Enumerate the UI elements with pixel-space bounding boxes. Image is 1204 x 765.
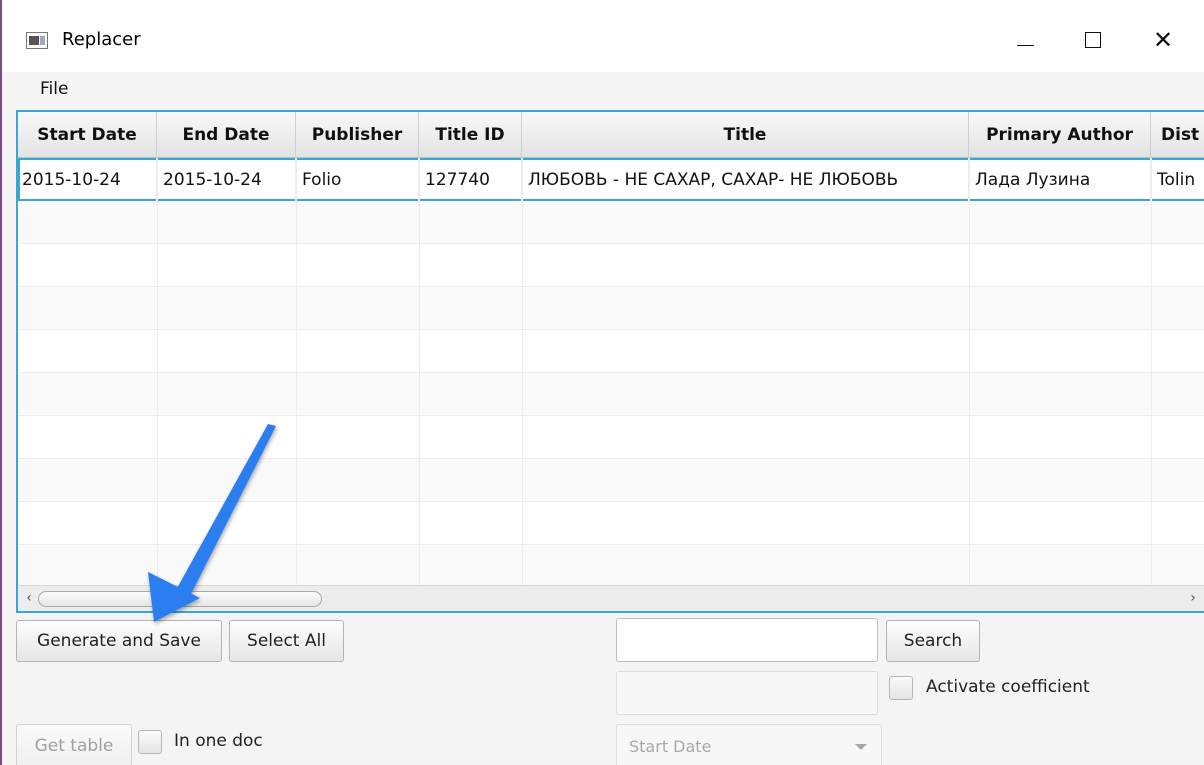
window-title: Replacer — [62, 29, 141, 50]
table-row-empty — [18, 201, 1204, 244]
column-divider — [296, 158, 297, 585]
cell-primary-author: Лада Лузина — [969, 158, 1151, 201]
cell-end-date: 2015-10-24 — [157, 158, 296, 201]
column-header-primary-author[interactable]: Primary Author — [969, 112, 1151, 158]
table-row-empty — [18, 502, 1204, 545]
column-header-start-date[interactable]: Start Date — [18, 112, 157, 158]
close-button[interactable]: ✕ — [1140, 20, 1186, 60]
column-header-title-id[interactable]: Title ID — [419, 112, 522, 158]
app-icon — [26, 32, 48, 49]
app-window: Replacer ✕ File Start Date End Date Publ… — [0, 0, 1204, 765]
column-divider — [419, 158, 420, 585]
chevron-down-icon — [855, 744, 867, 750]
table-row-empty — [18, 287, 1204, 330]
table-header: Start Date End Date Publisher Title ID T… — [18, 112, 1204, 158]
column-divider — [1151, 158, 1152, 585]
in-one-doc-label: In one doc — [174, 731, 263, 751]
scrollbar-thumb[interactable] — [38, 591, 322, 607]
table-row-empty — [18, 416, 1204, 459]
column-header-end-date[interactable]: End Date — [157, 112, 296, 158]
table-body: 2015-10-24 2015-10-24 Folio 127740 ЛЮБОВ… — [18, 158, 1204, 588]
data-table[interactable]: Start Date End Date Publisher Title ID T… — [16, 110, 1204, 613]
get-table-button[interactable]: Get table — [16, 724, 132, 765]
table-row-empty — [18, 244, 1204, 287]
close-icon: ✕ — [1152, 26, 1174, 54]
horizontal-scrollbar[interactable]: ‹ › — [18, 585, 1204, 611]
cell-title: ЛЮБОВЬ - НЕ САХАР, САХАР- НЕ ЛЮБОВЬ — [522, 158, 969, 201]
in-one-doc-checkbox[interactable] — [138, 730, 162, 754]
cell-dist: Tolin — [1151, 158, 1204, 201]
table-row-empty — [18, 330, 1204, 373]
search-button[interactable]: Search — [886, 620, 980, 662]
table-row[interactable]: 2015-10-24 2015-10-24 Folio 127740 ЛЮБОВ… — [18, 158, 1204, 201]
table-row-empty — [18, 459, 1204, 502]
activate-coefficient-label: Activate coefficient — [926, 677, 1090, 697]
minimize-icon — [1016, 44, 1034, 46]
column-header-dist[interactable]: Dist — [1151, 112, 1204, 158]
activate-coefficient-checkbox[interactable] — [889, 676, 913, 700]
scroll-left-icon[interactable]: ‹ — [20, 588, 38, 608]
column-header-publisher[interactable]: Publisher — [296, 112, 419, 158]
maximize-button[interactable] — [1070, 20, 1116, 60]
generate-and-save-button[interactable]: Generate and Save — [16, 620, 222, 662]
scroll-right-icon[interactable]: › — [1184, 588, 1202, 608]
menu-bar — [2, 72, 1204, 110]
column-divider — [969, 158, 970, 585]
cell-title-id: 127740 — [419, 158, 522, 201]
column-header-title[interactable]: Title — [522, 112, 969, 158]
cell-start-date: 2015-10-24 — [18, 158, 157, 201]
search-input[interactable] — [616, 618, 878, 662]
maximize-icon — [1085, 32, 1101, 48]
start-date-combo[interactable]: Start Date — [616, 724, 882, 765]
column-divider — [522, 158, 523, 585]
table-row-empty — [18, 545, 1204, 588]
minimize-button[interactable] — [1002, 20, 1048, 60]
cell-publisher: Folio — [296, 158, 419, 201]
select-all-button[interactable]: Select All — [229, 620, 344, 662]
column-divider — [157, 158, 158, 585]
coefficient-field[interactable] — [616, 671, 878, 715]
start-date-placeholder: Start Date — [629, 737, 712, 756]
menu-file[interactable]: File — [40, 79, 68, 99]
table-row-empty — [18, 373, 1204, 416]
title-bar[interactable]: Replacer ✕ — [2, 0, 1204, 72]
